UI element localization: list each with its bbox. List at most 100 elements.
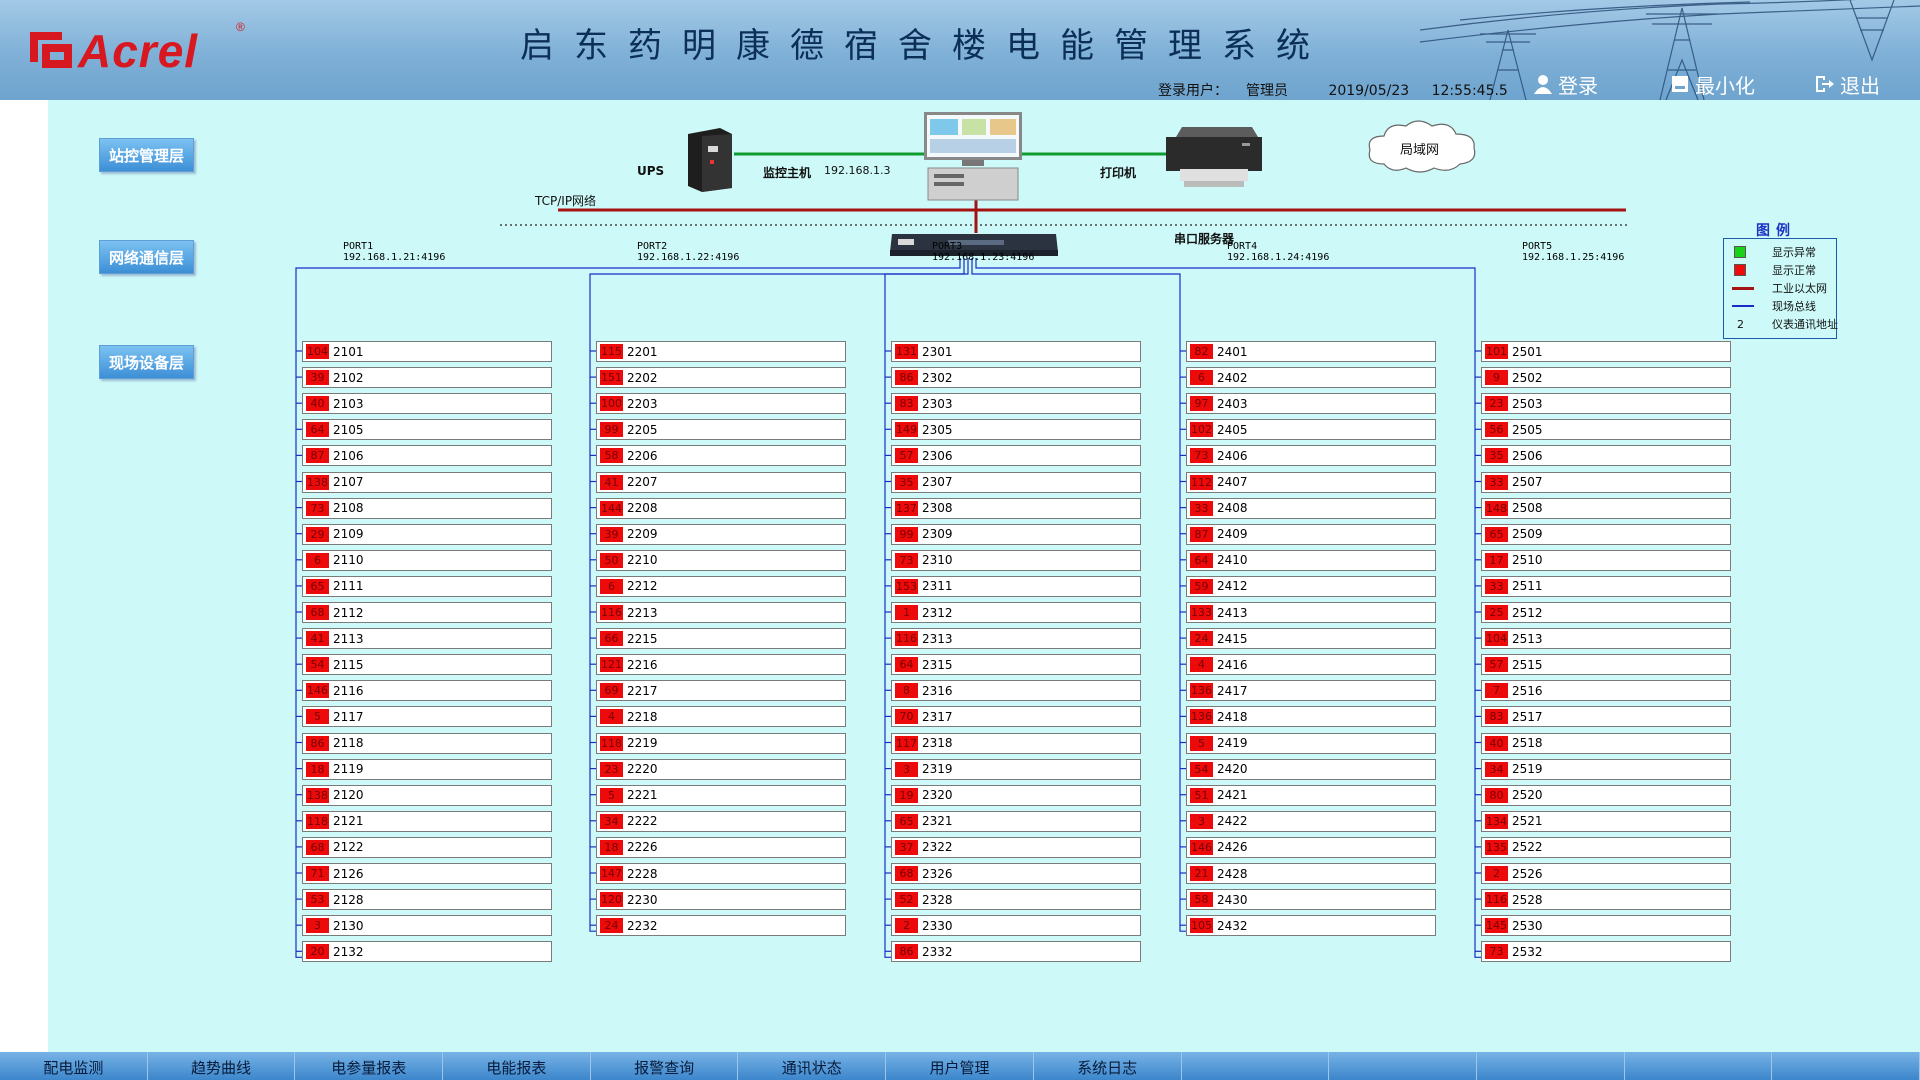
device-meter-2412[interactable]: 59 2412 <box>1186 575 1436 597</box>
login-button[interactable]: 登录 <box>1534 72 1598 98</box>
device-meter-2206[interactable]: 58 2206 <box>596 445 846 467</box>
device-meter-2410[interactable]: 64 2410 <box>1186 549 1436 571</box>
device-meter-2330[interactable]: 2 2330 <box>891 915 1141 937</box>
device-meter-2407[interactable]: 112 2407 <box>1186 471 1436 493</box>
device-meter-2503[interactable]: 23 2503 <box>1481 393 1731 415</box>
device-meter-2205[interactable]: 99 2205 <box>596 419 846 441</box>
device-meter-2522[interactable]: 135 2522 <box>1481 836 1731 858</box>
device-meter-2109[interactable]: 29 2109 <box>302 523 552 545</box>
device-meter-2106[interactable]: 87 2106 <box>302 445 552 467</box>
device-meter-2317[interactable]: 70 2317 <box>891 706 1141 728</box>
device-meter-2409[interactable]: 87 2409 <box>1186 523 1436 545</box>
device-meter-2102[interactable]: 39 2102 <box>302 367 552 389</box>
device-meter-2326[interactable]: 68 2326 <box>891 863 1141 884</box>
device-meter-2517[interactable]: 83 2517 <box>1481 706 1731 728</box>
device-meter-2221[interactable]: 5 2221 <box>596 784 846 806</box>
device-meter-2520[interactable]: 80 2520 <box>1481 784 1731 806</box>
tab-2[interactable]: 趋势曲线 <box>148 1052 296 1080</box>
device-meter-2501[interactable]: 101 2501 <box>1481 341 1731 362</box>
device-meter-2216[interactable]: 121 2216 <box>596 654 846 676</box>
device-meter-2418[interactable]: 136 2418 <box>1186 706 1436 728</box>
device-meter-2107[interactable]: 138 2107 <box>302 471 552 493</box>
device-meter-2219[interactable]: 118 2219 <box>596 732 846 754</box>
device-meter-2511[interactable]: 33 2511 <box>1481 575 1731 597</box>
device-meter-2512[interactable]: 25 2512 <box>1481 602 1731 623</box>
device-meter-2130[interactable]: 3 2130 <box>302 915 552 937</box>
field-layer-button[interactable]: 现场设备层 <box>99 345 194 379</box>
device-meter-2518[interactable]: 40 2518 <box>1481 732 1731 754</box>
device-meter-2508[interactable]: 148 2508 <box>1481 497 1731 519</box>
device-meter-2321[interactable]: 65 2321 <box>891 810 1141 832</box>
device-meter-2228[interactable]: 147 2228 <box>596 863 846 884</box>
device-meter-2210[interactable]: 50 2210 <box>596 549 846 571</box>
tab-empty[interactable] <box>1625 1052 1773 1080</box>
tab-empty[interactable] <box>1477 1052 1625 1080</box>
minimize-button[interactable]: 最小化 <box>1671 72 1755 98</box>
device-meter-2403[interactable]: 97 2403 <box>1186 393 1436 415</box>
device-meter-2226[interactable]: 18 2226 <box>596 836 846 858</box>
device-meter-2105[interactable]: 64 2105 <box>302 419 552 441</box>
tab-empty[interactable] <box>1329 1052 1477 1080</box>
device-meter-2405[interactable]: 102 2405 <box>1186 419 1436 441</box>
device-meter-2203[interactable]: 100 2203 <box>596 393 846 415</box>
device-meter-2207[interactable]: 41 2207 <box>596 471 846 493</box>
tab-empty[interactable] <box>1772 1052 1920 1080</box>
device-meter-2430[interactable]: 58 2430 <box>1186 889 1436 911</box>
device-meter-2521[interactable]: 134 2521 <box>1481 810 1731 832</box>
device-meter-2422[interactable]: 3 2422 <box>1186 810 1436 832</box>
device-meter-2320[interactable]: 19 2320 <box>891 784 1141 806</box>
device-meter-2516[interactable]: 7 2516 <box>1481 680 1731 702</box>
device-meter-2513[interactable]: 104 2513 <box>1481 628 1731 650</box>
tab-6[interactable]: 通讯状态 <box>738 1052 887 1080</box>
device-meter-2406[interactable]: 73 2406 <box>1186 445 1436 467</box>
device-meter-2121[interactable]: 118 2121 <box>302 810 552 832</box>
device-meter-2316[interactable]: 8 2316 <box>891 680 1141 702</box>
device-meter-2401[interactable]: 82 2401 <box>1186 341 1436 362</box>
device-meter-2115[interactable]: 54 2115 <box>302 654 552 676</box>
device-meter-2526[interactable]: 2 2526 <box>1481 863 1731 884</box>
device-meter-2208[interactable]: 144 2208 <box>596 497 846 519</box>
exit-button[interactable]: 退出 <box>1814 72 1880 98</box>
device-meter-2302[interactable]: 86 2302 <box>891 367 1141 389</box>
device-meter-2318[interactable]: 117 2318 <box>891 732 1141 754</box>
device-meter-2532[interactable]: 73 2532 <box>1481 941 1731 963</box>
device-meter-2116[interactable]: 146 2116 <box>302 680 552 702</box>
device-meter-2232[interactable]: 24 2232 <box>596 915 846 937</box>
device-meter-2402[interactable]: 6 2402 <box>1186 367 1436 389</box>
ups-icon[interactable] <box>684 126 736 192</box>
device-meter-2530[interactable]: 145 2530 <box>1481 915 1731 937</box>
device-meter-2113[interactable]: 41 2113 <box>302 628 552 650</box>
device-meter-2120[interactable]: 138 2120 <box>302 784 552 806</box>
tab-1[interactable]: 配电监测 <box>0 1052 148 1080</box>
device-meter-2212[interactable]: 6 2212 <box>596 575 846 597</box>
device-meter-2413[interactable]: 133 2413 <box>1186 602 1436 623</box>
tab-4[interactable]: 电能报表 <box>443 1052 591 1080</box>
device-meter-2307[interactable]: 35 2307 <box>891 471 1141 493</box>
device-meter-2528[interactable]: 116 2528 <box>1481 889 1731 911</box>
tab-empty[interactable] <box>1182 1052 1330 1080</box>
device-meter-2428[interactable]: 21 2428 <box>1186 863 1436 884</box>
device-meter-2230[interactable]: 120 2230 <box>596 889 846 911</box>
device-meter-2312[interactable]: 1 2312 <box>891 602 1141 623</box>
device-meter-2111[interactable]: 65 2111 <box>302 575 552 597</box>
device-meter-2202[interactable]: 151 2202 <box>596 367 846 389</box>
device-meter-2306[interactable]: 57 2306 <box>891 445 1141 467</box>
device-meter-2119[interactable]: 18 2119 <box>302 758 552 780</box>
device-meter-2126[interactable]: 71 2126 <box>302 863 552 884</box>
device-meter-2505[interactable]: 56 2505 <box>1481 419 1731 441</box>
device-meter-2322[interactable]: 37 2322 <box>891 836 1141 858</box>
monitor-host-icon[interactable] <box>922 112 1024 202</box>
device-meter-2305[interactable]: 149 2305 <box>891 419 1141 441</box>
device-meter-2103[interactable]: 40 2103 <box>302 393 552 415</box>
device-meter-2419[interactable]: 5 2419 <box>1186 732 1436 754</box>
device-meter-2313[interactable]: 116 2313 <box>891 628 1141 650</box>
device-meter-2506[interactable]: 35 2506 <box>1481 445 1731 467</box>
device-meter-2209[interactable]: 39 2209 <box>596 523 846 545</box>
device-meter-2421[interactable]: 51 2421 <box>1186 784 1436 806</box>
device-meter-2408[interactable]: 33 2408 <box>1186 497 1436 519</box>
device-meter-2332[interactable]: 86 2332 <box>891 941 1141 963</box>
device-meter-2222[interactable]: 34 2222 <box>596 810 846 832</box>
device-meter-2215[interactable]: 66 2215 <box>596 628 846 650</box>
device-meter-2502[interactable]: 9 2502 <box>1481 367 1731 389</box>
tab-3[interactable]: 电参量报表 <box>295 1052 444 1080</box>
